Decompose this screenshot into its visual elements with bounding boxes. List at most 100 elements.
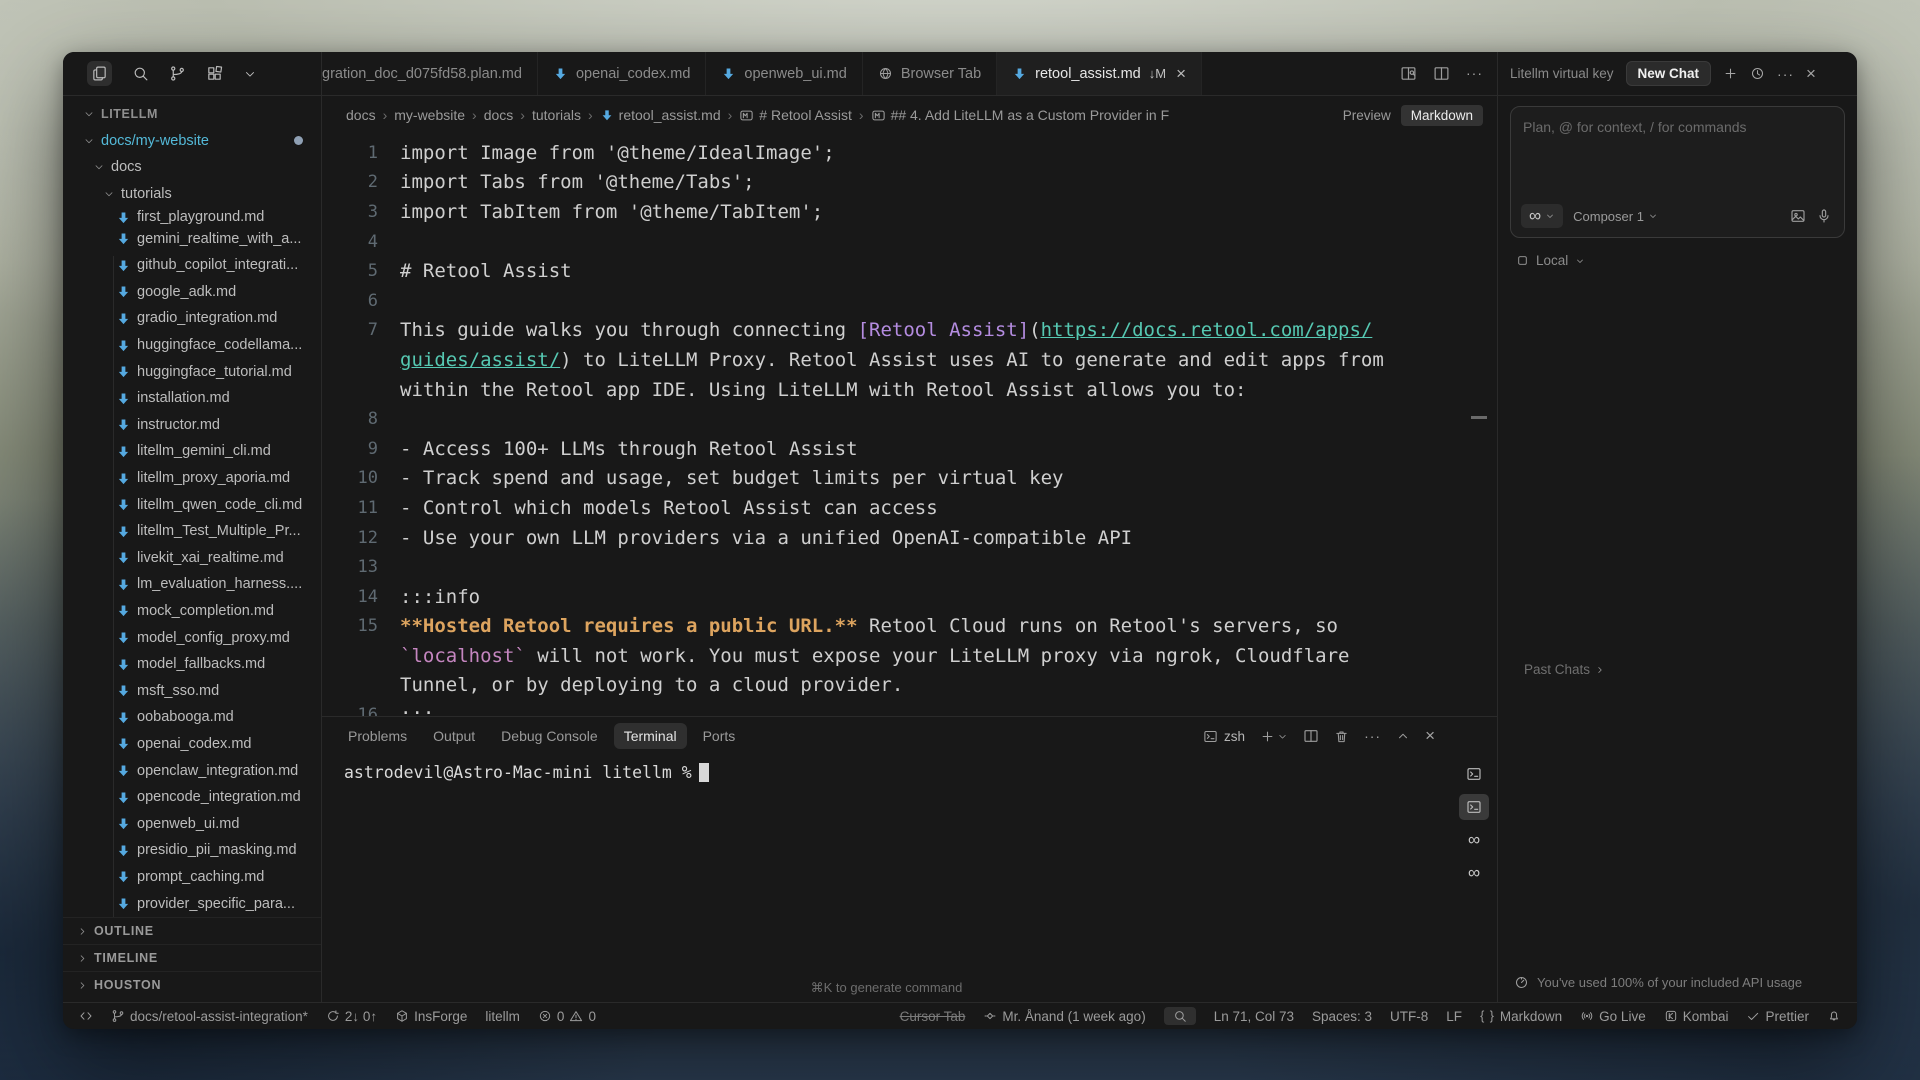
tab-browser-tab[interactable]: Browser Tab <box>863 52 997 95</box>
terminal-tab-problems[interactable]: Problems <box>338 723 417 749</box>
folder-docs-my-website[interactable]: docs/my-website <box>63 128 321 155</box>
file-installation-md[interactable]: installation.md <box>63 385 321 412</box>
breadcrumb-item[interactable]: # Retool Assist <box>739 107 852 123</box>
tab-openai-codex-md[interactable]: openai_codex.md <box>538 52 706 95</box>
terminal-body[interactable]: astrodevil@Astro-Mac-mini litellm % ⌘K t… <box>322 755 1497 1002</box>
breadcrumb-item[interactable]: tutorials <box>532 107 581 123</box>
file-github-copilot-integrati-[interactable]: github_copilot_integrati... <box>63 252 321 279</box>
file-instructor-md[interactable]: instructor.md <box>63 412 321 439</box>
kill-terminal-icon[interactable] <box>1334 729 1349 744</box>
tab-close-icon[interactable]: × <box>1176 64 1186 84</box>
status-2-0-[interactable]: 2↓ 0↑ <box>326 1009 377 1024</box>
status-utf-8[interactable]: UTF-8 <box>1390 1009 1428 1024</box>
file-litellm-gemini-cli-md[interactable]: litellm_gemini_cli.md <box>63 438 321 465</box>
model-selector[interactable]: ∞ <box>1521 204 1563 228</box>
tab-openweb-ui-md[interactable]: openweb_ui.md <box>706 52 862 95</box>
status-bell[interactable] <box>1827 1009 1841 1023</box>
status-ln-71-col-73[interactable]: Ln 71, Col 73 <box>1214 1009 1294 1024</box>
status-cursor-tab[interactable]: Cursor Tab <box>900 1009 966 1024</box>
chat-history-icon[interactable] <box>1750 66 1765 81</box>
chat-tab-previous[interactable]: Litellm virtual key <box>1510 66 1614 81</box>
activity-chevron-down-button[interactable] <box>243 67 257 81</box>
file-model-config-proxy-md[interactable]: model_config_proxy.md <box>63 624 321 651</box>
status-litellm[interactable]: litellm <box>485 1009 520 1024</box>
folder-docs[interactable]: docs <box>63 154 321 181</box>
status-insforge[interactable]: InsForge <box>395 1009 467 1024</box>
tab-gration-doc-d075fd58-plan-md[interactable]: gration_doc_d075fd58.plan.md <box>322 52 538 95</box>
new-terminal-button[interactable] <box>1260 729 1288 744</box>
file-prompt-caching-md[interactable]: prompt_caching.md <box>63 864 321 891</box>
file-oobabooga-md[interactable]: oobabooga.md <box>63 704 321 731</box>
status-remote[interactable] <box>79 1009 93 1023</box>
terminal-tab-terminal[interactable]: Terminal <box>614 723 687 749</box>
breadcrumb-item[interactable]: docs <box>346 107 376 123</box>
terminal-tab-debug-console[interactable]: Debug Console <box>491 723 608 749</box>
file-opencode-integration-md[interactable]: opencode_integration.md <box>63 784 321 811</box>
section-timeline[interactable]: TIMELINE <box>63 944 321 971</box>
status-docs-retool-assist-integration-[interactable]: docs/retool-assist-integration* <box>111 1009 308 1024</box>
breadcrumb-item[interactable]: retool_assist.md <box>600 107 721 123</box>
split-icon[interactable] <box>1433 65 1450 82</box>
file-litellm-proxy-aporia-md[interactable]: litellm_proxy_aporia.md <box>63 465 321 492</box>
terminal-instance[interactable] <box>1459 794 1489 820</box>
terminal-tab-ports[interactable]: Ports <box>693 723 746 749</box>
section-houston[interactable]: HOUSTON <box>63 971 321 998</box>
activity-files-button[interactable] <box>87 61 112 86</box>
split-search-icon[interactable] <box>1400 65 1417 82</box>
file-google-adk-md[interactable]: google_adk.md <box>63 279 321 306</box>
tab-retool-assist-md[interactable]: retool_assist.md↓M× <box>997 52 1202 95</box>
status-spaces-3[interactable]: Spaces: 3 <box>1312 1009 1372 1024</box>
status-mr-nand-1-week-ago-[interactable]: Mr. Ånand (1 week ago) <box>983 1009 1145 1024</box>
ellipsis-icon[interactable]: ··· <box>1466 65 1483 83</box>
attach-image-icon[interactable] <box>1790 208 1806 224</box>
section-outline[interactable]: OUTLINE <box>63 917 321 944</box>
status-item[interactable]: 00 <box>538 1009 596 1024</box>
environment-selector[interactable]: Local <box>1516 253 1845 268</box>
file-huggingface-tutorial-md[interactable]: huggingface_tutorial.md <box>63 358 321 385</box>
agent-terminal-instance[interactable]: ∞ <box>1459 827 1489 853</box>
file-litellm-test-multiple-pr-[interactable]: litellm_Test_Multiple_Pr... <box>63 518 321 545</box>
file-model-fallbacks-md[interactable]: model_fallbacks.md <box>63 651 321 678</box>
file-gemini-realtime-with-a-[interactable]: gemini_realtime_with_a... <box>63 225 321 252</box>
past-chats-link[interactable]: Past Chats <box>1524 662 1605 677</box>
maximize-panel-icon[interactable] <box>1396 729 1410 743</box>
breadcrumb-item[interactable]: ## 4. Add LiteLLM as a Custom Provider i… <box>871 107 1170 123</box>
status-lf[interactable]: LF <box>1446 1009 1462 1024</box>
file-livekit-xai-realtime-md[interactable]: livekit_xai_realtime.md <box>63 545 321 572</box>
split-terminal-icon[interactable] <box>1303 728 1319 744</box>
status-search[interactable] <box>1164 1007 1196 1025</box>
terminal-more-icon[interactable]: ··· <box>1364 728 1381 744</box>
scrollbar-marker[interactable] <box>1471 416 1487 419</box>
close-panel-icon[interactable]: × <box>1425 726 1435 746</box>
status-markdown[interactable]: { }Markdown <box>1480 1009 1562 1024</box>
file-provider-specific-para-[interactable]: provider_specific_para... <box>63 890 321 917</box>
chat-tab-new-chat[interactable]: New Chat <box>1626 61 1712 86</box>
file-openweb-ui-md[interactable]: openweb_ui.md <box>63 810 321 837</box>
explorer-root[interactable]: LITELLM <box>63 101 321 128</box>
microphone-icon[interactable] <box>1816 208 1832 224</box>
file-huggingface-codellama-[interactable]: huggingface_codellama... <box>63 332 321 359</box>
breadcrumb-item[interactable]: my-website <box>394 107 465 123</box>
file-openai-codex-md[interactable]: openai_codex.md <box>63 731 321 758</box>
file-first-playground-md[interactable]: first_playground.md <box>63 207 321 225</box>
file-openclaw-integration-md[interactable]: openclaw_integration.md <box>63 757 321 784</box>
file-mock-completion-md[interactable]: mock_completion.md <box>63 598 321 625</box>
file-presidio-pii-masking-md[interactable]: presidio_pii_masking.md <box>63 837 321 864</box>
status-go-live[interactable]: Go Live <box>1580 1009 1646 1024</box>
agent-terminal-instance[interactable]: ∞ <box>1459 860 1489 886</box>
terminal-tab-output[interactable]: Output <box>423 723 485 749</box>
folder-tutorials[interactable]: tutorials <box>63 181 321 208</box>
terminal-instance[interactable] <box>1459 761 1489 787</box>
activity-extensions-button[interactable] <box>206 65 223 82</box>
activity-search-button[interactable] <box>132 65 149 82</box>
composer-selector[interactable]: Composer 1 <box>1573 209 1658 224</box>
file-gradio-integration-md[interactable]: gradio_integration.md <box>63 305 321 332</box>
status-kombai[interactable]: Kombai <box>1664 1009 1729 1024</box>
markdown-button[interactable]: Markdown <box>1401 105 1483 126</box>
chat-input[interactable]: Plan, @ for context, / for commands ∞ Co… <box>1510 106 1845 238</box>
shell-indicator[interactable]: zsh <box>1203 729 1245 744</box>
new-chat-plus-icon[interactable] <box>1723 66 1738 81</box>
file-msft-sso-md[interactable]: msft_sso.md <box>63 677 321 704</box>
file-lm-evaluation-harness-[interactable]: lm_evaluation_harness.... <box>63 571 321 598</box>
preview-button[interactable]: Preview <box>1343 108 1391 123</box>
